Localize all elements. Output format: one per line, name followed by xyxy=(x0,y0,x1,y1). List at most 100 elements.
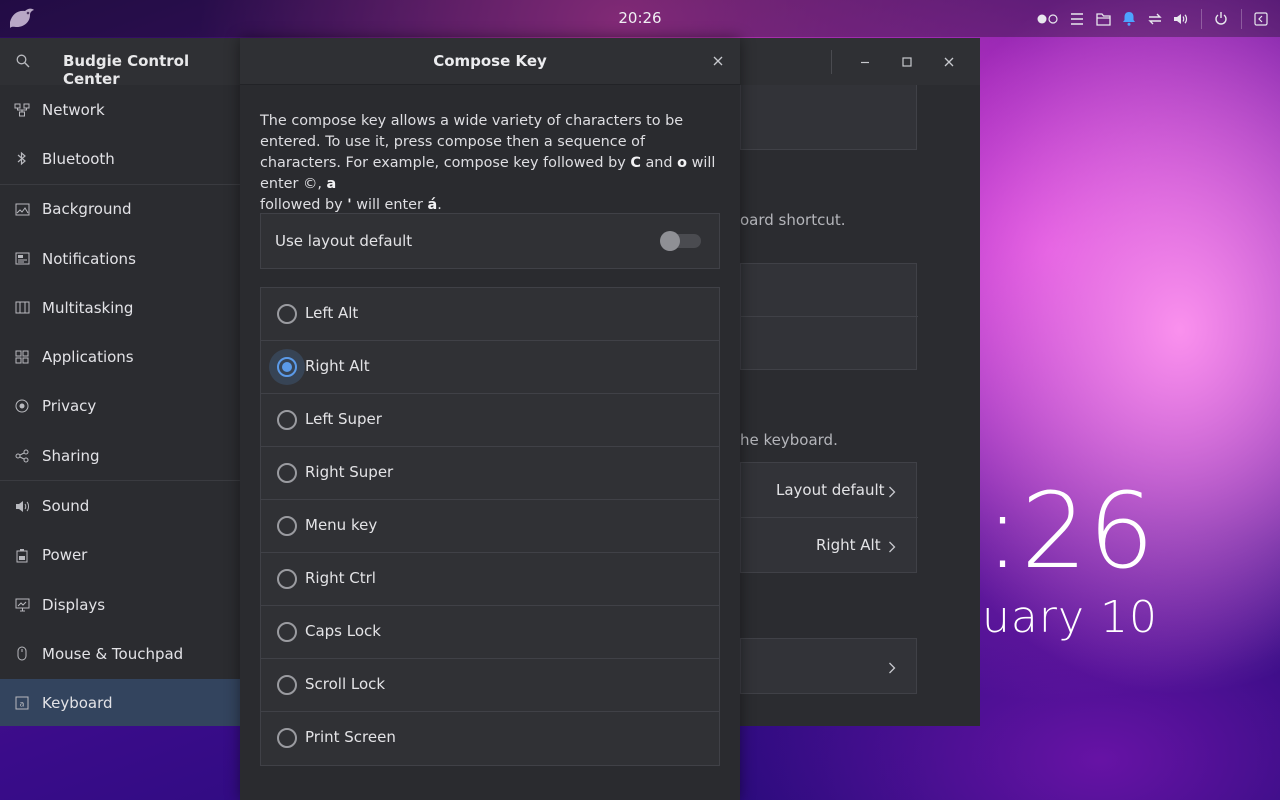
files-icon[interactable] xyxy=(1090,0,1116,37)
chevron-right-icon xyxy=(888,660,896,678)
option-right-alt[interactable]: Right Alt xyxy=(261,341,719,394)
sidebar-item-mouse-touchpad[interactable]: Mouse & Touchpad xyxy=(0,629,240,678)
sidebar-item-label: Sound xyxy=(42,497,90,516)
desktop-clock-time: :26 xyxy=(985,470,1156,592)
keyboard-icon: a xyxy=(14,695,30,711)
sidebar-item-bluetooth[interactable]: Bluetooth xyxy=(0,134,240,183)
compose-key-value[interactable]: Right Alt xyxy=(816,536,881,554)
close-button[interactable] xyxy=(928,50,970,74)
option-left-alt[interactable]: Left Alt xyxy=(261,288,719,341)
toggle-knob xyxy=(660,231,680,251)
minimize-button[interactable] xyxy=(844,50,886,74)
desktop-clock-date: uary 10 xyxy=(982,592,1158,643)
radio-button[interactable] xyxy=(277,622,297,642)
maximize-button[interactable] xyxy=(886,50,928,74)
sidebar: Budgie Control Center Network Bluetooth … xyxy=(0,38,240,726)
budgie-menu-icon[interactable] xyxy=(6,4,36,32)
sound-icon xyxy=(14,498,30,514)
option-left-super[interactable]: Left Super xyxy=(261,394,719,447)
volume-icon[interactable] xyxy=(1168,0,1194,37)
sidebar-item-sound[interactable]: Sound xyxy=(0,481,240,530)
background-row xyxy=(740,263,918,370)
sidebar-item-network[interactable]: Network xyxy=(0,85,240,134)
applications-icon xyxy=(14,349,30,365)
sidebar-item-applications[interactable]: Applications xyxy=(0,332,240,381)
shortcut-hint-text: oard shortcut. xyxy=(740,211,846,229)
desc-text: The compose key allows a wide variety of… xyxy=(260,113,684,171)
sidebar-item-label: Displays xyxy=(42,595,106,614)
radio-button[interactable] xyxy=(277,728,297,748)
radio-button[interactable] xyxy=(277,675,297,695)
option-label: Scroll Lock xyxy=(305,675,386,693)
use-layout-default-label: Use layout default xyxy=(275,232,413,250)
desc-text: . xyxy=(437,197,442,213)
dialog-header: Compose Key xyxy=(240,38,740,85)
sidebar-item-sharing[interactable]: Sharing xyxy=(0,431,240,480)
top-panel: 20:26 xyxy=(0,0,1280,37)
app-title: Budgie Control Center xyxy=(63,52,190,88)
panel-clock[interactable]: 20:26 xyxy=(590,9,690,27)
sidebar-item-label: Notifications xyxy=(42,249,136,268)
sidebar-item-keyboard[interactable]: a Keyboard xyxy=(0,678,240,726)
desc-key: á xyxy=(427,197,438,213)
bell-icon[interactable] xyxy=(1116,0,1142,37)
svg-text:a: a xyxy=(20,700,25,709)
option-right-super[interactable]: Right Super xyxy=(261,447,719,500)
tray-separator xyxy=(1234,0,1248,37)
option-label: Left Alt xyxy=(305,304,359,322)
sidebar-item-displays[interactable]: Displays xyxy=(0,580,240,629)
power-icon xyxy=(14,547,30,563)
panel-icon[interactable] xyxy=(1248,0,1274,37)
option-caps-lock[interactable]: Caps Lock xyxy=(261,606,719,659)
alternate-chars-value[interactable]: Layout default xyxy=(776,481,885,499)
dialog-close-button[interactable] xyxy=(710,53,726,69)
option-menu-key[interactable]: Menu key xyxy=(261,500,719,553)
system-tray xyxy=(1034,0,1274,37)
radio-button[interactable] xyxy=(277,463,297,483)
sidebar-item-label: Network xyxy=(42,100,105,119)
radio-button[interactable] xyxy=(277,304,297,324)
option-print-screen[interactable]: Print Screen xyxy=(261,712,719,765)
sidebar-item-multitasking[interactable]: Multitasking xyxy=(0,283,240,332)
dialog-title: Compose Key xyxy=(433,52,547,70)
search-icon[interactable] xyxy=(16,54,30,72)
sidebar-item-label: Applications xyxy=(42,348,134,367)
notifications-icon xyxy=(14,251,30,267)
radio-button[interactable] xyxy=(277,569,297,589)
mouse-icon xyxy=(14,646,30,662)
workspace-icon[interactable] xyxy=(1034,0,1064,37)
sidebar-item-label: Keyboard xyxy=(42,694,113,713)
option-label: Right Alt xyxy=(305,357,370,375)
displays-icon xyxy=(14,597,30,613)
tray-separator xyxy=(1194,0,1208,37)
network-icon xyxy=(14,102,30,118)
radio-button-selected[interactable] xyxy=(277,357,297,377)
use-layout-default-row: Use layout default xyxy=(260,213,720,269)
sidebar-item-label: Mouse & Touchpad xyxy=(42,644,184,663)
option-right-ctrl[interactable]: Right Ctrl xyxy=(261,553,719,606)
option-label: Left Super xyxy=(305,410,382,428)
option-label: Print Screen xyxy=(305,728,396,746)
sidebar-item-background[interactable]: Background xyxy=(0,185,240,234)
sidebar-item-notifications[interactable]: Notifications xyxy=(0,234,240,283)
privacy-icon xyxy=(14,398,30,414)
option-label: Right Super xyxy=(305,463,394,481)
background-icon xyxy=(14,201,30,217)
chevron-right-icon xyxy=(888,484,896,502)
option-label: Right Ctrl xyxy=(305,569,376,587)
sidebar-item-privacy[interactable]: Privacy xyxy=(0,382,240,431)
power-icon[interactable] xyxy=(1208,0,1234,37)
desc-key: o xyxy=(677,155,687,171)
use-layout-default-toggle[interactable] xyxy=(660,231,701,251)
radio-button[interactable] xyxy=(277,410,297,430)
menu-icon[interactable] xyxy=(1064,0,1090,37)
close-icon xyxy=(713,56,723,66)
multitasking-icon xyxy=(14,300,30,316)
option-scroll-lock[interactable]: Scroll Lock xyxy=(261,659,719,712)
option-label: Caps Lock xyxy=(305,622,381,640)
radio-button[interactable] xyxy=(277,516,297,536)
sidebar-item-label: Background xyxy=(42,200,132,219)
sidebar-item-power[interactable]: Power xyxy=(0,531,240,580)
option-label: Menu key xyxy=(305,516,378,534)
network-icon[interactable] xyxy=(1142,0,1168,37)
